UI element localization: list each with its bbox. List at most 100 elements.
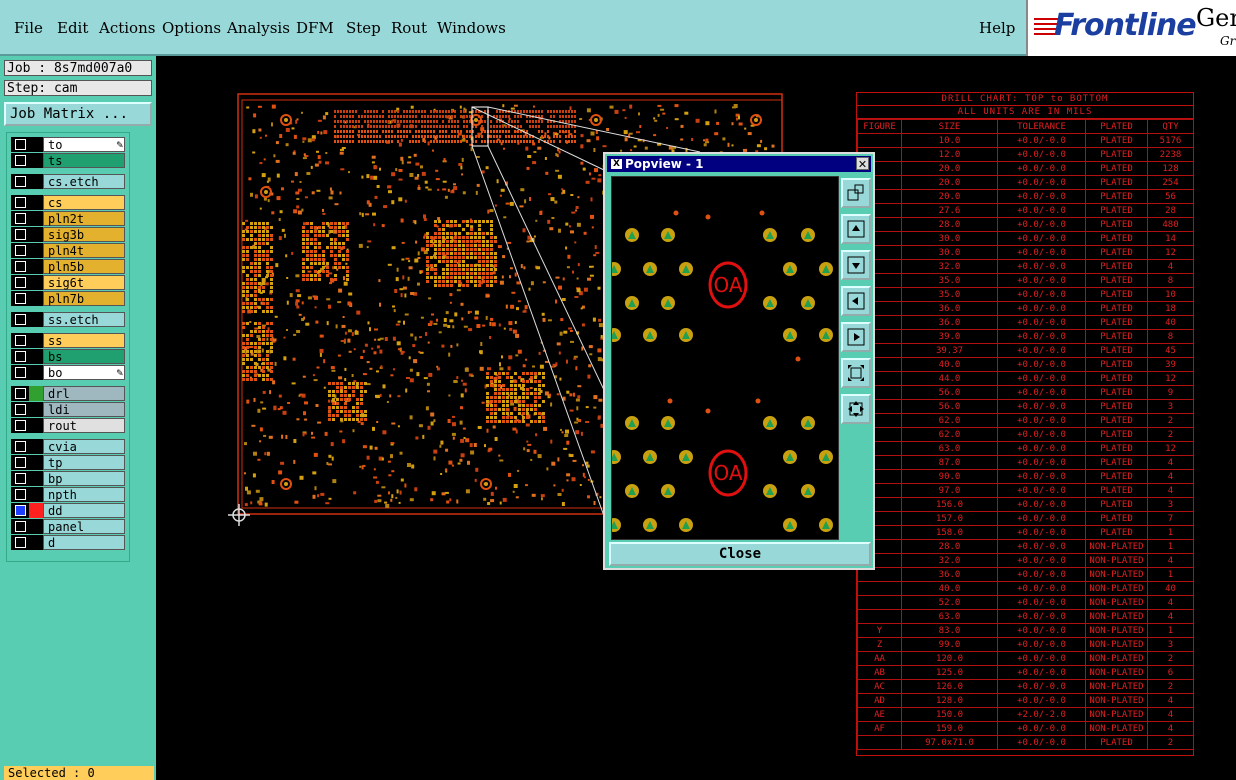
layer-checkbox[interactable] <box>15 457 26 468</box>
layer-row-dd[interactable]: dd <box>11 503 129 518</box>
menu-dfm[interactable]: DFM <box>296 19 334 37</box>
zoom-window-button[interactable] <box>841 178 871 208</box>
layer-color-swatch[interactable] <box>29 195 43 210</box>
layer-row-drl[interactable]: drl <box>11 386 129 401</box>
layer-color-swatch[interactable] <box>29 227 43 242</box>
layer-row-cs-etch[interactable]: cs.etch <box>11 174 129 189</box>
layer-checkbox[interactable] <box>15 367 26 378</box>
layer-color-swatch[interactable] <box>29 291 43 306</box>
drill-cell: 45 <box>1147 343 1194 358</box>
menu-rout[interactable]: Rout <box>391 19 427 37</box>
layer-checkbox[interactable] <box>15 176 26 187</box>
pan-right-button[interactable] <box>841 322 871 352</box>
popview-window[interactable]: X Popview - 1 ✕ OA OA Close <box>603 152 875 570</box>
layer-checkbox[interactable] <box>15 473 26 484</box>
job-matrix-button[interactable]: Job Matrix ... <box>4 102 152 126</box>
menu-actions[interactable]: Actions <box>99 19 155 37</box>
menu-windows[interactable]: Windows <box>437 19 506 37</box>
pan-up-button[interactable] <box>841 214 871 244</box>
layer-color-swatch[interactable] <box>29 519 43 534</box>
layer-row-sig6t[interactable]: sig6t <box>11 275 129 290</box>
layer-color-swatch[interactable] <box>29 243 43 258</box>
layer-row-sig3b[interactable]: sig3b <box>11 227 129 242</box>
layer-color-swatch[interactable] <box>29 365 43 380</box>
drill-cell: 9 <box>1147 385 1194 400</box>
pan-left-button[interactable] <box>841 286 871 316</box>
layer-checkbox[interactable] <box>15 505 26 516</box>
layer-checkbox[interactable] <box>15 261 26 272</box>
layer-checkbox[interactable] <box>15 197 26 208</box>
layer-row-cvia[interactable]: cvia <box>11 439 129 454</box>
layer-color-swatch[interactable] <box>29 455 43 470</box>
layer-row-d[interactable]: d <box>11 535 129 550</box>
close-icon[interactable]: ✕ <box>856 157 869 171</box>
layer-checkbox[interactable] <box>15 213 26 224</box>
layer-checkbox[interactable] <box>15 537 26 548</box>
layer-checkbox[interactable] <box>15 277 26 288</box>
menu-edit[interactable]: Edit <box>57 19 88 37</box>
layer-row-tp[interactable]: tp <box>11 455 129 470</box>
layer-row-ldi[interactable]: ldi <box>11 402 129 417</box>
layer-color-swatch[interactable] <box>29 471 43 486</box>
layer-color-swatch[interactable] <box>29 174 43 189</box>
zoom-in-button[interactable] <box>841 358 871 388</box>
drill-chart: DRILL CHART: TOP to BOTTOM ALL UNITS ARE… <box>856 92 1194 756</box>
layer-checkbox[interactable] <box>15 388 26 399</box>
layer-checkbox[interactable] <box>15 335 26 346</box>
layer-color-swatch[interactable] <box>29 259 43 274</box>
menu-options[interactable]: Options <box>162 19 221 37</box>
popview-zoomed-pads[interactable]: OA OA <box>612 177 838 539</box>
close-button[interactable]: Close <box>609 542 871 566</box>
layer-checkbox[interactable] <box>15 420 26 431</box>
menu-step[interactable]: Step <box>346 19 381 37</box>
layer-color-swatch[interactable] <box>29 535 43 550</box>
pan-down-button[interactable] <box>841 250 871 280</box>
layer-color-swatch[interactable] <box>29 487 43 502</box>
layer-color-swatch[interactable] <box>29 333 43 348</box>
layer-checkbox[interactable] <box>15 245 26 256</box>
layer-checkbox[interactable] <box>15 404 26 415</box>
layer-row-ss-etch[interactable]: ss.etch <box>11 312 129 327</box>
layer-checkbox[interactable] <box>15 314 26 325</box>
drill-cell: 40.0 <box>901 357 998 372</box>
layer-color-swatch[interactable] <box>29 349 43 364</box>
layer-row-ts[interactable]: ts <box>11 153 129 168</box>
layer-row-bo[interactable]: bo ✎ <box>11 365 129 380</box>
layer-color-swatch[interactable] <box>29 418 43 433</box>
layer-color-swatch[interactable] <box>29 312 43 327</box>
layer-checkbox[interactable] <box>15 155 26 166</box>
layer-color-swatch[interactable] <box>29 153 43 168</box>
layer-row-npth[interactable]: npth <box>11 487 129 502</box>
layer-color-swatch[interactable] <box>29 137 43 152</box>
layer-color-swatch[interactable] <box>29 386 43 401</box>
layer-checkbox[interactable] <box>15 521 26 532</box>
zoom-out-button[interactable] <box>841 394 871 424</box>
layer-row-pln5b[interactable]: pln5b <box>11 259 129 274</box>
layer-color-swatch[interactable] <box>29 503 43 518</box>
layer-row-bs[interactable]: bs <box>11 349 129 364</box>
layer-row-pln7b[interactable]: pln7b <box>11 291 129 306</box>
layer-color-swatch[interactable] <box>29 275 43 290</box>
popview-canvas[interactable]: OA OA <box>611 176 839 540</box>
layer-row-pln4t[interactable]: pln4t <box>11 243 129 258</box>
layer-color-swatch[interactable] <box>29 402 43 417</box>
layer-row-pln2t[interactable]: pln2t <box>11 211 129 226</box>
layer-checkbox[interactable] <box>15 293 26 304</box>
layer-row-to[interactable]: to ✎ <box>11 137 129 152</box>
popview-titlebar[interactable]: X Popview - 1 ✕ <box>607 156 871 172</box>
layer-row-ss[interactable]: ss <box>11 333 129 348</box>
layer-checkbox[interactable] <box>15 229 26 240</box>
menu-help[interactable]: Help <box>979 19 1015 37</box>
layer-checkbox[interactable] <box>15 139 26 150</box>
layer-row-cs[interactable]: cs <box>11 195 129 210</box>
menu-analysis[interactable]: Analysis <box>227 19 290 37</box>
menu-file[interactable]: File <box>14 19 43 37</box>
layer-row-bp[interactable]: bp <box>11 471 129 486</box>
layer-checkbox[interactable] <box>15 351 26 362</box>
layer-color-swatch[interactable] <box>29 439 43 454</box>
layer-row-rout[interactable]: rout <box>11 418 129 433</box>
layer-checkbox[interactable] <box>15 489 26 500</box>
layer-color-swatch[interactable] <box>29 211 43 226</box>
layer-row-panel[interactable]: panel <box>11 519 129 534</box>
layer-checkbox[interactable] <box>15 441 26 452</box>
